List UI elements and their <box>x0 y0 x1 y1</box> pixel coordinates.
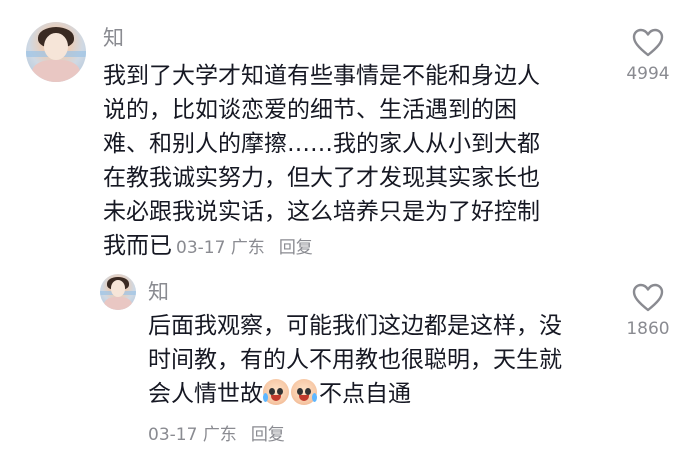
comment-username[interactable]: 知 <box>148 276 169 306</box>
comment-location: 广东 <box>202 425 237 445</box>
like-count: 4994 <box>626 64 670 84</box>
comment-username[interactable]: 知 <box>103 22 124 52</box>
avatar[interactable] <box>26 22 86 82</box>
comment-text: 我到了大学才知道有些事情是不能和身边人 说的，比如谈恋爱的细节、生活遇到的困 难… <box>103 63 540 259</box>
crying-laughing-emoji-icon <box>291 379 317 405</box>
heart-outline-icon[interactable] <box>632 283 664 313</box>
reply-button[interactable]: 回复 <box>279 238 313 258</box>
comment-meta: 03-17 广东 回复 <box>148 420 285 445</box>
comment-location: 广东 <box>230 238 265 258</box>
avatar[interactable] <box>100 274 136 310</box>
like-button[interactable]: 4994 <box>613 28 683 84</box>
like-count: 1860 <box>626 319 670 339</box>
reply-button[interactable]: 回复 <box>251 425 285 445</box>
crying-laughing-emoji-icon <box>263 379 289 405</box>
comment-date: 03-17 <box>148 425 198 445</box>
comment-date: 03-17 <box>176 238 226 258</box>
like-button[interactable]: 1860 <box>613 283 683 339</box>
comment-text: 后面我观察，可能我们这边都是这样，没 时间教，有的人不用教也很聪明，天生就 会人… <box>148 313 562 407</box>
heart-outline-icon[interactable] <box>632 28 664 58</box>
